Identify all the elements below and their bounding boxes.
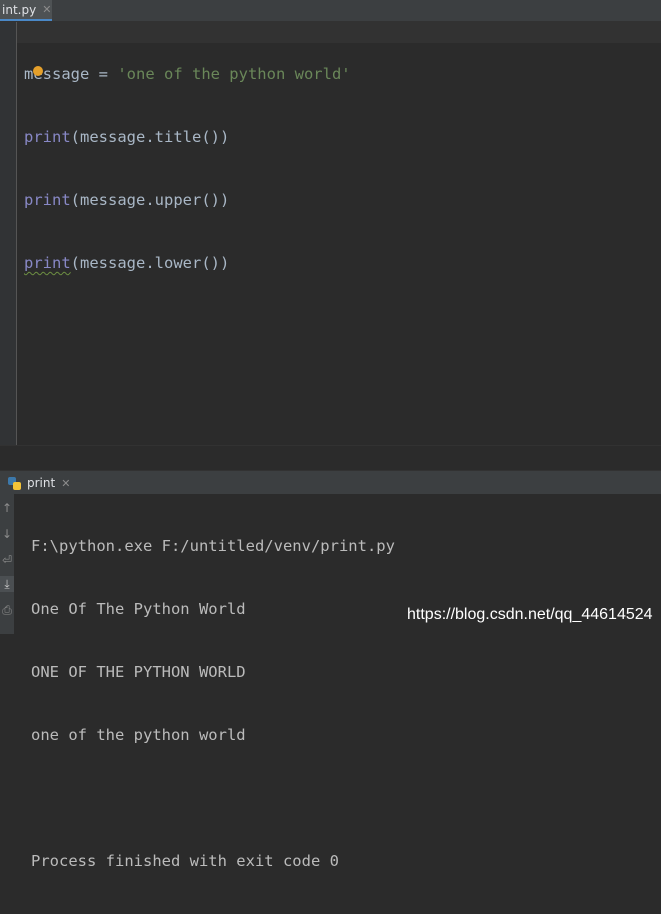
lightbulb-icon[interactable] — [33, 66, 43, 76]
console-line: ONE OF THE PYTHON WORLD — [31, 663, 246, 681]
code-text: (message.title()) — [70, 128, 230, 146]
console-line: One Of The Python World — [31, 600, 246, 618]
soft-wrap-icon[interactable]: ⏎ — [0, 552, 14, 568]
console-line: Process finished with exit code 0 — [31, 852, 339, 870]
console-line: F:\python.exe F:/untitled/venv/print.py — [31, 537, 395, 555]
code-text: (message.upper()) — [70, 191, 230, 209]
console-output: F:\python.exe F:/untitled/venv/print.py … — [31, 494, 395, 914]
code-line-1: message = 'one of the python world' — [24, 64, 351, 85]
console-line: one of the python world — [31, 726, 246, 744]
string-literal: 'one of the python world' — [117, 65, 351, 83]
arrow-up-icon[interactable]: ↑ — [0, 500, 14, 516]
editor-gutter — [0, 22, 17, 445]
watermark: https://blog.csdn.net/qq_44614524 — [407, 606, 653, 623]
run-tab-print[interactable]: print ✕ — [8, 471, 70, 495]
run-tab-label: print — [27, 476, 56, 490]
run-tool-window-header: print ✕ — [0, 470, 661, 494]
editor-tab-label: int.py — [2, 2, 37, 17]
arrow-down-icon[interactable]: ↓ — [0, 526, 14, 542]
close-icon[interactable]: ✕ — [61, 477, 70, 490]
scroll-to-end-icon[interactable]: ⤓ — [0, 576, 14, 592]
code-text: (message.lower()) — [70, 254, 230, 272]
print-keyword: print — [24, 254, 71, 272]
close-icon[interactable]: ✕ — [42, 3, 51, 16]
code-line-2: print(message.title()) — [24, 127, 351, 148]
editor-tab-bar: int.py ✕ — [0, 0, 661, 22]
print-icon[interactable]: ⎙ — [0, 602, 14, 618]
code-editor[interactable]: message = 'one of the python world' prin… — [0, 22, 661, 445]
panel-splitter[interactable] — [0, 445, 661, 471]
print-keyword: print — [24, 191, 71, 209]
print-keyword: print — [24, 128, 71, 146]
console-toolbar: ↑ ↓ ⏎ ⤓ ⎙ — [0, 494, 14, 634]
python-icon — [8, 476, 21, 490]
code-line-3: print(message.upper()) — [24, 190, 351, 211]
code-area[interactable]: message = 'one of the python world' prin… — [24, 22, 351, 316]
code-line-4: print(message.lower()) — [24, 253, 351, 274]
editor-tab-print-py[interactable]: int.py ✕ — [0, 0, 52, 21]
